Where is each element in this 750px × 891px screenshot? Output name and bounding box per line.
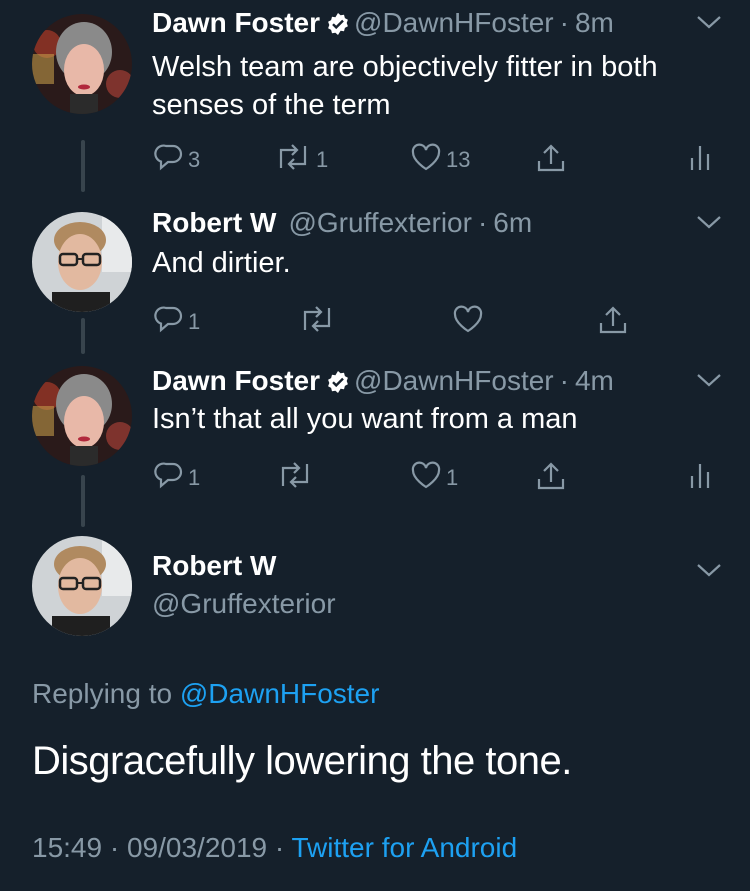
avatar[interactable] — [32, 14, 132, 114]
tweet-actions: 3 1 13 — [152, 142, 722, 182]
heart-icon — [452, 304, 484, 340]
tweet-text: And dirtier. — [152, 244, 291, 282]
share-icon — [536, 142, 566, 180]
retweet-icon — [276, 460, 314, 496]
chevron-down-icon[interactable] — [696, 14, 722, 35]
author-handle[interactable]: @Gruffexterior — [152, 588, 336, 620]
reply-count: 1 — [188, 465, 201, 490]
heart-icon — [410, 460, 442, 496]
reply-button[interactable]: 1 — [154, 460, 200, 496]
avatar[interactable] — [32, 536, 132, 636]
like-button[interactable]: 1 — [410, 460, 458, 496]
retweet-button[interactable]: 1 — [274, 142, 328, 178]
share-icon — [598, 304, 628, 342]
tweet-header: Robert W @Gruffexterior · 6m — [152, 206, 532, 240]
heart-icon — [410, 142, 442, 178]
chevron-down-icon[interactable] — [696, 562, 722, 583]
tweet-text-line: Isn’t that all you want from a man — [152, 403, 578, 435]
separator-dot: · — [477, 207, 488, 238]
author-name[interactable]: Robert W — [152, 550, 276, 582]
avatar[interactable] — [32, 212, 132, 312]
timestamp[interactable]: 6m — [493, 207, 532, 238]
share-button[interactable] — [536, 142, 566, 180]
author-handle[interactable]: @DawnHFoster — [354, 7, 554, 38]
author-handle[interactable]: @Gruffexterior — [288, 207, 472, 238]
separator-dot: · — [274, 832, 285, 863]
share-icon — [536, 460, 566, 498]
main-tweet-text: Disgracefully lowering the tone. — [32, 739, 572, 783]
retweet-button[interactable] — [298, 304, 340, 340]
thread-connector — [81, 140, 85, 192]
separator-dot: · — [109, 832, 120, 863]
replying-to-link[interactable]: @DawnHFoster — [180, 678, 380, 709]
timestamp[interactable]: 4m — [575, 365, 614, 396]
tweet-text-line: senses of the term — [152, 89, 391, 121]
like-button[interactable]: 13 — [410, 142, 470, 178]
retweet-icon — [274, 142, 312, 178]
tweet-text-line: Welsh team are objectively fitter in bot… — [152, 51, 658, 83]
tweet-time: 15:49 — [32, 832, 103, 863]
separator-dot: · — [559, 365, 569, 396]
author-handle[interactable]: @DawnHFoster — [354, 365, 554, 396]
tweet-metadata: 15:49 · 09/03/2019 · Twitter for Android — [32, 832, 517, 864]
chevron-down-icon[interactable] — [696, 372, 722, 393]
separator-dot: · — [559, 7, 569, 38]
analytics-icon — [688, 142, 712, 178]
replying-to: Replying to @DawnHFoster — [32, 678, 379, 710]
tweet-actions: 1 1 — [152, 460, 722, 500]
tweet-text: Welsh team are objectively fitter in bot… — [152, 48, 658, 124]
reply-button[interactable]: 3 — [154, 142, 200, 178]
tweet-text-line: And dirtier. — [152, 247, 291, 279]
share-button[interactable] — [536, 460, 566, 498]
verified-badge-icon — [326, 368, 350, 402]
like-count: 13 — [446, 147, 471, 172]
retweet-count: 1 — [316, 147, 329, 172]
tweet-source-link[interactable]: Twitter for Android — [292, 832, 518, 863]
author-name[interactable]: Dawn Foster — [152, 7, 320, 38]
like-count: 1 — [446, 465, 459, 490]
share-button[interactable] — [598, 304, 628, 342]
tweet-text: Isn’t that all you want from a man — [152, 400, 578, 438]
tweet-actions: 1 — [152, 304, 722, 344]
retweet-icon — [298, 304, 336, 340]
reply-icon — [154, 460, 184, 496]
analytics-button[interactable] — [688, 460, 712, 496]
reply-count: 1 — [188, 309, 201, 334]
reply-icon — [154, 142, 184, 178]
thread-connector — [81, 318, 85, 354]
reply-button[interactable]: 1 — [154, 304, 200, 340]
thread-connector — [81, 475, 85, 527]
tweet-header: Dawn Foster @DawnHFoster · 8m — [152, 6, 614, 44]
chevron-down-icon[interactable] — [696, 214, 722, 235]
timestamp[interactable]: 8m — [575, 7, 614, 38]
conversation-thread: Dawn Foster @DawnHFoster · 8m Welsh team ar… — [0, 0, 750, 891]
like-button[interactable] — [452, 304, 488, 340]
retweet-button[interactable] — [276, 460, 318, 496]
analytics-button[interactable] — [688, 142, 712, 178]
avatar[interactable] — [32, 366, 132, 466]
verified-badge-icon — [326, 10, 350, 44]
author-name[interactable]: Robert W — [152, 207, 276, 238]
reply-icon — [154, 304, 184, 340]
analytics-icon — [688, 460, 712, 496]
author-name[interactable]: Dawn Foster — [152, 365, 320, 396]
reply-count: 3 — [188, 147, 201, 172]
tweet-date: 09/03/2019 — [126, 832, 268, 863]
replying-to-label: Replying to — [32, 678, 173, 709]
tweet-header: Dawn Foster @DawnHFoster · 4m — [152, 364, 614, 402]
